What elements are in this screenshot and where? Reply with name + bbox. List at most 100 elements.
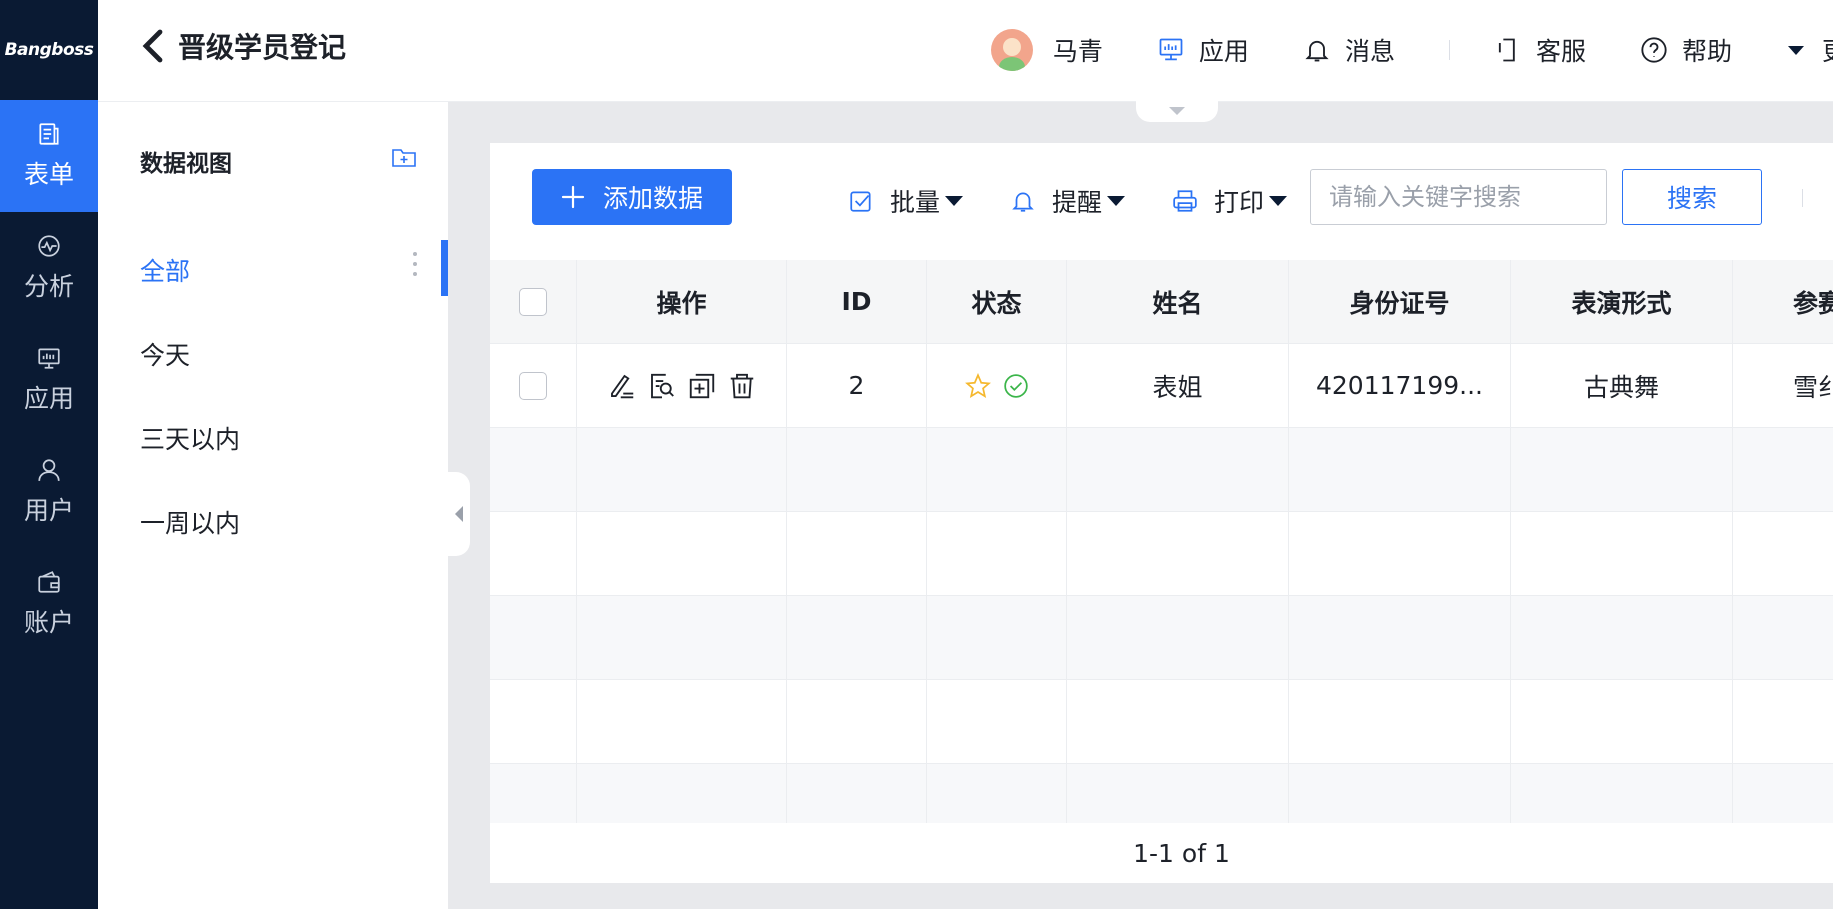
- user-menu[interactable]: 马青: [990, 29, 1103, 71]
- view-detail-icon[interactable]: [647, 371, 677, 401]
- data-views-panel: 数据视图 全部 今天 三天以内 一周以内: [98, 102, 448, 909]
- cell-id: 2: [787, 344, 927, 427]
- column-header-id[interactable]: ID: [787, 260, 927, 343]
- check-circle-icon: [1003, 373, 1028, 398]
- search-input[interactable]: [1310, 169, 1607, 225]
- column-header-performance[interactable]: 表演形式: [1511, 260, 1733, 343]
- caret-down-icon: [945, 196, 964, 206]
- cell-name: 表姐: [1067, 344, 1289, 427]
- active-indicator: [441, 240, 448, 296]
- printer-icon: [1173, 190, 1197, 212]
- column-header-entry[interactable]: 参赛: [1733, 260, 1833, 343]
- view-item-week[interactable]: 一周以内: [140, 504, 240, 540]
- help-label: 帮助: [1681, 37, 1732, 66]
- phone-icon: [1498, 38, 1515, 62]
- bell-icon: [1305, 40, 1329, 62]
- collapse-panel-button[interactable]: [448, 472, 470, 556]
- folder-add-icon[interactable]: [391, 146, 417, 168]
- view-more-icon[interactable]: [412, 252, 418, 282]
- caret-down-icon: [1269, 196, 1288, 206]
- cell-performance: 古典舞: [1511, 344, 1733, 427]
- header-toggle[interactable]: [1136, 100, 1218, 122]
- user-name: 马青: [1052, 37, 1103, 66]
- caret-down-icon: [1107, 196, 1126, 206]
- search-button[interactable]: 搜索: [1622, 169, 1762, 225]
- customer-service-label: 客服: [1535, 37, 1586, 66]
- cell-entry: 雪纟: [1733, 344, 1833, 427]
- row-checkbox[interactable]: [519, 371, 547, 400]
- data-table: 操作 ID 状态 姓名 身份证号 表演形式 参赛 2: [490, 260, 1833, 848]
- rail-item-label: 应用: [23, 384, 74, 413]
- star-icon[interactable]: [964, 372, 991, 399]
- column-header-id-card[interactable]: 身份证号: [1289, 260, 1511, 343]
- view-item-today[interactable]: 今天: [140, 336, 190, 372]
- caret-down-icon: [1787, 46, 1804, 55]
- print-dropdown[interactable]: 打印: [1172, 183, 1288, 219]
- messages-button[interactable]: 消息: [1303, 32, 1395, 68]
- rail-item-label: 用户: [23, 496, 74, 525]
- brand-logo[interactable]: Bangboss: [0, 0, 98, 100]
- customer-service-button[interactable]: 客服: [1494, 32, 1586, 68]
- more-button[interactable]: 更: [1786, 32, 1833, 68]
- table-row: [490, 680, 1833, 764]
- apps-button[interactable]: 应用: [1157, 32, 1249, 68]
- wallet-icon: [38, 571, 60, 593]
- pagination: 1-1 of 1: [490, 823, 1833, 883]
- batch-label: 批量: [890, 188, 941, 217]
- table-row[interactable]: 2 表姐 420117199... 古典舞 雪纟: [490, 344, 1833, 428]
- top-right-actions: 马青 应用 消息 客服 帮助 更: [990, 0, 1833, 100]
- toolbar: 添加数据 批量 提醒 打印 搜索: [490, 143, 1833, 260]
- rail-item-label: 账户: [23, 608, 74, 637]
- apps-label: 应用: [1198, 37, 1249, 66]
- back-button[interactable]: 晋级学员登记: [140, 26, 346, 66]
- rail-item-account[interactable]: 账户: [0, 548, 98, 660]
- user-icon: [38, 459, 60, 481]
- data-card: 添加数据 批量 提醒 打印 搜索 操作 ID 状态 姓名 身份证号: [490, 143, 1833, 883]
- row-actions: [607, 371, 757, 401]
- help-button[interactable]: 帮助: [1640, 32, 1732, 68]
- table-row: [490, 512, 1833, 596]
- batch-dropdown[interactable]: 批量: [848, 183, 964, 219]
- table-row: [490, 428, 1833, 512]
- column-header-name[interactable]: 姓名: [1067, 260, 1289, 343]
- column-header-operations[interactable]: 操作: [577, 260, 787, 343]
- more-label: 更: [1822, 32, 1833, 68]
- top-bar: 晋级学员登记 马青 应用 消息 客服 帮助 更: [98, 0, 1833, 102]
- rail-item-apps[interactable]: 应用: [0, 324, 98, 436]
- column-header-status[interactable]: 状态: [927, 260, 1067, 343]
- form-icon: [39, 123, 59, 145]
- views-heading: 数据视图: [140, 151, 232, 177]
- remind-dropdown[interactable]: 提醒: [1010, 183, 1126, 219]
- cell-id-card: 420117199...: [1289, 344, 1511, 427]
- plus-icon: [561, 185, 585, 209]
- delete-icon[interactable]: [727, 371, 757, 401]
- rail-item-label: 分析: [23, 272, 74, 301]
- left-rail: Bangboss 表单 分析 应用 用户 账户: [0, 0, 98, 909]
- caret-left-icon: [455, 506, 463, 522]
- page-title: 晋级学员登记: [178, 31, 347, 64]
- add-data-button[interactable]: 添加数据: [532, 169, 732, 225]
- copy-add-icon[interactable]: [687, 371, 717, 401]
- caret-down-icon: [1169, 107, 1185, 115]
- divider: [1448, 40, 1450, 60]
- rail-item-analysis[interactable]: 分析: [0, 212, 98, 324]
- rail-item-users[interactable]: 用户: [0, 436, 98, 548]
- select-all-checkbox[interactable]: [519, 287, 547, 316]
- view-item-all[interactable]: 全部: [140, 252, 190, 288]
- avatar: [990, 29, 1033, 71]
- checkbox-icon: [850, 191, 871, 212]
- messages-label: 消息: [1344, 37, 1395, 66]
- monitor-icon: [1159, 38, 1183, 61]
- monitor-icon: [38, 348, 60, 369]
- status-indicators: [964, 372, 1029, 399]
- view-item-three-days[interactable]: 三天以内: [140, 420, 240, 456]
- divider: [1802, 189, 1803, 207]
- edit-icon[interactable]: [607, 371, 637, 401]
- remind-label: 提醒: [1052, 188, 1103, 217]
- table-row: [490, 596, 1833, 680]
- add-data-label: 添加数据: [602, 184, 703, 213]
- pagination-range: 1-1 of 1: [1133, 838, 1230, 868]
- chevron-left-icon: [142, 29, 163, 63]
- rail-item-form[interactable]: 表单: [0, 100, 98, 212]
- question-icon: [1641, 37, 1667, 63]
